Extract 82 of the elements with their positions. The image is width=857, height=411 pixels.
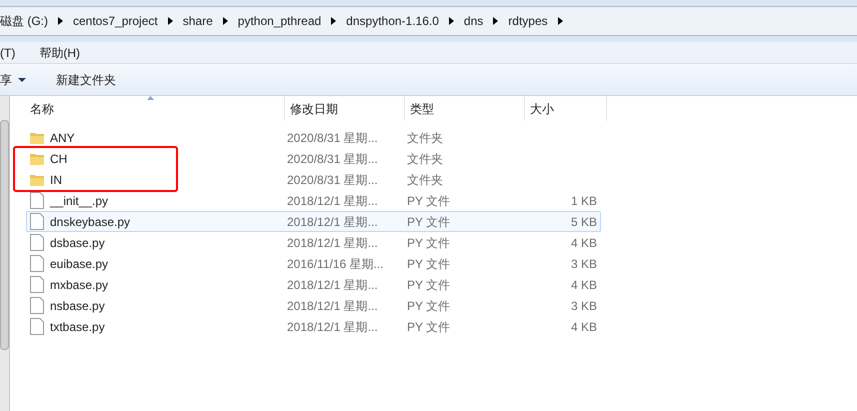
address-bar[interactable]: 磁盘 (G:) centos7_project share python_pthread dnspython-1.16.0 dns rdtypes: [0, 6, 857, 36]
chevron-icon[interactable]: [58, 17, 63, 25]
file-type: PY 文件: [407, 298, 450, 312]
file-size: 4 KB: [570, 278, 597, 292]
file-size: 1 KB: [570, 194, 597, 208]
file-type: 文件夹: [407, 172, 443, 186]
file-name: mxbase.py: [50, 278, 108, 292]
file-row[interactable]: IN 2020/8/31 星期... 文件夹: [26, 169, 601, 190]
file-type: 文件夹: [407, 130, 443, 144]
modified-date: 2018/12/1 星期...: [287, 214, 378, 228]
breadcrumb[interactable]: centos7_project: [63, 12, 168, 30]
modified-date: 2018/12/1 星期...: [287, 298, 378, 312]
file-name: ANY: [50, 130, 75, 144]
file-icon: [30, 255, 44, 272]
file-row[interactable]: txtbase.py 2018/12/1 星期... PY 文件 4 KB: [26, 316, 601, 337]
breadcrumb[interactable]: python_pthread: [228, 12, 332, 30]
file-name: txtbase.py: [50, 320, 105, 334]
file-row[interactable]: euibase.py 2016/11/16 星期... PY 文件 3 KB: [26, 253, 601, 274]
file-icon: [30, 234, 44, 251]
folder-icon: [29, 172, 45, 186]
file-size: 4 KB: [570, 320, 597, 334]
breadcrumb[interactable]: dnspython-1.16.0: [336, 12, 449, 30]
menu-item[interactable]: (T): [0, 44, 16, 62]
modified-date: 2020/8/31 星期...: [287, 172, 378, 186]
file-type: PY 文件: [407, 194, 450, 208]
file-name: CH: [50, 152, 68, 166]
chevron-icon[interactable]: [168, 17, 173, 25]
share-dropdown[interactable]: 享: [0, 70, 38, 88]
file-row[interactable]: CH 2020/8/31 星期... 文件夹: [26, 148, 601, 169]
chevron-icon[interactable]: [448, 17, 454, 25]
breadcrumb[interactable]: dns: [454, 12, 494, 30]
file-row[interactable]: dsbase.py 2018/12/1 星期... PY 文件 4 KB: [26, 232, 601, 253]
breadcrumb[interactable]: 磁盘 (G:): [0, 12, 58, 30]
column-header[interactable]: 大小: [525, 96, 607, 121]
file-name: __init__.py: [50, 194, 108, 208]
chevron-icon[interactable]: [222, 17, 228, 25]
breadcrumb[interactable]: rdtypes: [498, 12, 558, 30]
modified-date: 2018/12/1 星期...: [287, 194, 378, 208]
chevron-icon[interactable]: [558, 17, 563, 25]
file-icon: [30, 192, 44, 209]
file-icon: [30, 276, 44, 293]
file-type: PY 文件: [407, 320, 450, 334]
modified-date: 2018/12/1 星期...: [287, 278, 378, 292]
breadcrumb[interactable]: share: [172, 12, 223, 30]
chevron-icon[interactable]: [493, 17, 498, 25]
file-name: dsbase.py: [50, 236, 105, 250]
file-row[interactable]: mxbase.py 2018/12/1 星期... PY 文件 4 KB: [26, 274, 601, 295]
column-header[interactable]: 类型: [405, 96, 525, 121]
column-header[interactable]: 修改日期: [285, 96, 405, 121]
modified-date: 2018/12/1 星期...: [287, 236, 378, 250]
modified-date: 2020/8/31 星期...: [287, 130, 378, 144]
caret-icon: [18, 78, 26, 82]
file-row[interactable]: nsbase.py 2018/12/1 星期... PY 文件 3 KB: [26, 295, 601, 316]
new-folder-button[interactable]: 新建文件夹: [54, 70, 118, 88]
file-size: 3 KB: [570, 298, 597, 312]
file-type: PY 文件: [407, 256, 450, 270]
file-type: PY 文件: [407, 214, 450, 228]
file-name: dnskeybase.py: [50, 214, 130, 228]
modified-date: 2016/11/16 星期...: [287, 256, 384, 270]
file-row[interactable]: __init__.py 2018/12/1 星期... PY 文件 1 KB: [26, 190, 601, 211]
file-name: nsbase.py: [50, 298, 105, 312]
scrollbar[interactable]: [0, 96, 10, 411]
folder-icon: [29, 152, 45, 166]
file-row[interactable]: ANY 2020/8/31 星期... 文件夹: [26, 127, 601, 148]
file-type: PY 文件: [407, 236, 450, 250]
file-size: 3 KB: [570, 256, 597, 270]
file-icon: [30, 297, 44, 314]
file-icon: [30, 318, 44, 335]
folder-icon: [29, 130, 45, 144]
chevron-icon[interactable]: [331, 17, 336, 25]
file-row[interactable]: dnskeybase.py 2018/12/1 星期... PY 文件 5 KB: [26, 211, 601, 232]
file-icon: [30, 213, 44, 230]
menu-item[interactable]: 帮助(H): [39, 44, 80, 62]
file-size: 4 KB: [570, 236, 597, 250]
file-size: 5 KB: [570, 214, 597, 228]
modified-date: 2018/12/1 星期...: [287, 320, 378, 334]
file-name: euibase.py: [50, 256, 108, 270]
column-header[interactable]: 名称: [10, 96, 285, 121]
file-type: PY 文件: [407, 278, 450, 292]
modified-date: 2020/8/31 星期...: [287, 152, 378, 166]
file-name: IN: [50, 172, 62, 186]
file-type: 文件夹: [407, 152, 443, 166]
